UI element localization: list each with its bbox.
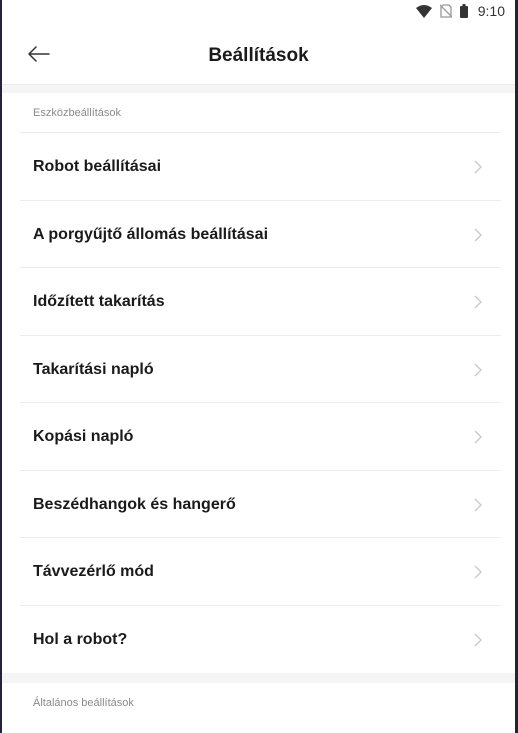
menu-item-label: Takarítási napló — [33, 360, 154, 378]
menu-item-wear-log[interactable]: Kopási napló — [2, 403, 515, 471]
app-screen: 9:10 Beállítások Eszközbeállítások Robot… — [2, 0, 515, 733]
chevron-right-icon — [473, 497, 483, 513]
menu-item-dock-settings[interactable]: A porgyűjtő állomás beállításai — [2, 201, 515, 268]
chevron-right-icon — [473, 159, 483, 175]
no-sim-icon — [439, 4, 452, 18]
menu-item-label: Beszédhangok és hangerő — [33, 495, 236, 513]
menu-item-find-robot[interactable]: Hol a robot? — [2, 606, 515, 674]
chevron-right-icon — [473, 429, 483, 445]
app-header: Beállítások — [2, 28, 515, 85]
section-header-device-settings: Eszközbeállítások — [2, 93, 515, 133]
wifi-icon — [415, 4, 432, 18]
menu-item-scheduled-cleaning[interactable]: Időzített takarítás — [2, 268, 515, 336]
menu-item-label: Kopási napló — [33, 428, 134, 445]
chevron-right-icon — [473, 294, 483, 310]
menu-item-robot-settings[interactable]: Robot beállításai — [2, 133, 515, 201]
menu-item-label: Időzített takarítás — [33, 293, 165, 310]
menu-item-label: Robot beállításai — [33, 158, 162, 175]
menu-item-voice-volume[interactable]: Beszédhangok és hangerő — [2, 471, 515, 538]
chevron-right-icon — [473, 227, 483, 243]
section-spacer — [2, 85, 515, 93]
status-icons: 9:10 — [415, 0, 505, 22]
battery-icon — [459, 4, 468, 18]
menu-item-cleaning-log[interactable]: Takarítási napló — [2, 336, 515, 403]
section-spacer — [2, 673, 515, 683]
section-label-device-settings: Eszközbeállítások — [33, 107, 122, 119]
section-header-general-settings: Általános beállítások — [2, 683, 515, 733]
status-bar: 9:10 — [2, 0, 515, 28]
chevron-right-icon — [473, 632, 483, 648]
chevron-right-icon — [473, 564, 483, 580]
section-label-general-settings: Általános beállítások — [33, 697, 134, 709]
device-settings-list: Robot beállításai A porgyűjtő állomás be… — [2, 133, 515, 673]
device-frame: 9:10 Beállítások Eszközbeállítások Robot… — [0, 0, 518, 733]
menu-item-remote-control[interactable]: Távvezérlő mód — [2, 538, 515, 606]
status-time: 9:10 — [477, 3, 505, 19]
menu-item-label: Hol a robot? — [33, 630, 128, 648]
menu-item-label: Távvezérlő mód — [33, 563, 154, 580]
menu-item-label: A porgyűjtő állomás beállításai — [33, 225, 269, 243]
chevron-right-icon — [473, 362, 483, 378]
page-title: Beállítások — [208, 45, 309, 66]
